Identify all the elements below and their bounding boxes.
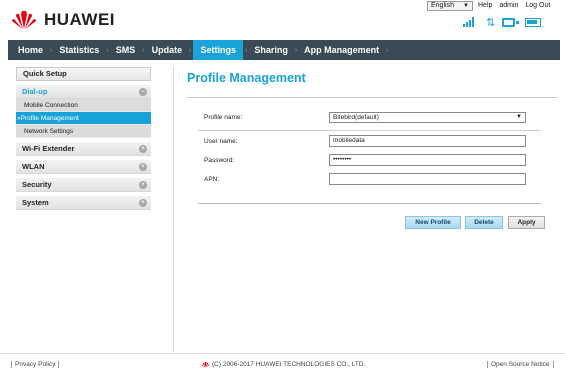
footer-separator — [11, 361, 12, 368]
form-divider — [198, 203, 541, 204]
pc-indicator-icon — [516, 21, 519, 24]
password-label: Password: — [204, 157, 235, 164]
sidebar-group-label: Wi-Fi Extender — [22, 144, 75, 153]
nav-separator-icon: › — [244, 46, 248, 54]
nav-separator-icon: › — [189, 46, 192, 54]
apply-button[interactable]: Apply — [508, 216, 545, 229]
language-value: English — [431, 2, 454, 9]
row-divider — [198, 130, 541, 131]
nav-update[interactable]: Update — [147, 40, 188, 60]
footer-separator — [58, 361, 60, 368]
plus-circle-icon[interactable]: + — [139, 199, 147, 207]
footer-left: Privacy Policy — [8, 361, 62, 368]
nav-sms[interactable]: SMS — [111, 40, 141, 60]
sidebar-quick-setup[interactable]: Quick Setup — [16, 67, 151, 81]
plus-circle-icon[interactable]: + — [139, 163, 147, 171]
sidebar-divider — [173, 66, 174, 352]
plus-circle-icon[interactable]: + — [139, 181, 147, 189]
new-profile-button[interactable]: New Profile — [405, 216, 461, 229]
nav-home[interactable]: Home — [13, 40, 48, 60]
username-field[interactable]: mobiledata — [329, 135, 526, 147]
sidebar-item-profile-management[interactable]: »Profile Management — [16, 112, 151, 125]
language-select[interactable]: English ▼ — [427, 1, 473, 11]
privacy-policy-link[interactable]: Privacy Policy — [15, 361, 55, 368]
username-label: User name: — [204, 138, 238, 145]
battery-icon — [525, 18, 541, 27]
nav-statistics[interactable]: Statistics — [54, 40, 104, 60]
profile-name-select[interactable]: Bitebird(default) ▼ — [329, 112, 526, 123]
nav-separator-icon: › — [142, 46, 145, 54]
footer-right: Open Source Notice — [484, 361, 557, 368]
nav-separator-icon: › — [106, 46, 109, 54]
sidebar: Quick Setup Dial-up − Mobile Connection … — [16, 67, 151, 214]
sidebar-group-system[interactable]: System + — [16, 196, 151, 210]
logout-link[interactable]: Log Out — [525, 2, 550, 9]
sidebar-group-wifi-extender[interactable]: Wi-Fi Extender + — [16, 142, 151, 156]
sidebar-group-label: WLAN — [22, 162, 45, 171]
sidebar-group-label: Security — [22, 180, 52, 189]
profile-name-value: Bitebird(default) — [333, 114, 379, 121]
nav-separator-icon: › — [294, 46, 298, 54]
minus-circle-icon[interactable]: − — [139, 88, 147, 96]
apn-label: APN: — [204, 176, 220, 183]
huawei-logo — [12, 10, 36, 30]
sidebar-group-label: Dial-up — [22, 87, 48, 96]
sidebar-group-dial-up[interactable]: Dial-up − — [16, 85, 151, 99]
nav-sharing[interactable]: Sharing — [249, 40, 293, 60]
admin-link[interactable]: admin — [499, 2, 518, 9]
sidebar-group-wlan[interactable]: WLAN + — [16, 160, 151, 174]
open-source-link[interactable]: Open Source Notice — [491, 361, 550, 368]
nav-separator-icon: › — [50, 46, 53, 54]
pc-icon — [502, 18, 515, 27]
page-title: Profile Management — [187, 71, 306, 85]
copyright-text: (C) 2006-2017 HUAWEI TECHNOLOGIES CO., L… — [212, 361, 366, 369]
transfer-icon: ⇅ — [486, 17, 496, 29]
huawei-logo-small — [201, 361, 210, 368]
plus-circle-icon[interactable]: + — [139, 145, 147, 153]
sidebar-item-network-settings[interactable]: Network Settings — [16, 125, 151, 138]
profile-name-label: Profile name: — [204, 114, 243, 121]
help-link[interactable]: Help — [478, 2, 492, 9]
footer-separator — [552, 361, 554, 368]
nav-app-management[interactable]: App Management — [299, 40, 384, 60]
signal-icon — [463, 17, 475, 27]
delete-button[interactable]: Delete — [465, 216, 503, 229]
dropdown-arrow-icon: ▼ — [463, 3, 469, 9]
nav-settings[interactable]: Settings — [193, 40, 243, 60]
apn-field[interactable] — [329, 173, 526, 185]
footer-separator — [487, 361, 488, 368]
sidebar-item-mobile-connection[interactable]: Mobile Connection — [16, 99, 151, 112]
header: HUAWEI English ▼ Help admin Log Out ⇅ — [0, 0, 565, 38]
sidebar-item-label: Profile Management — [20, 115, 79, 122]
password-field[interactable]: •••••••• — [329, 154, 526, 166]
sidebar-group-security[interactable]: Security + — [16, 178, 151, 192]
dropdown-arrow-icon: ▼ — [516, 114, 522, 120]
sidebar-group-label: System — [22, 198, 49, 207]
title-divider — [186, 97, 557, 98]
footer-center: (C) 2006-2017 HUAWEI TECHNOLOGIES CO., L… — [201, 361, 365, 368]
footer-divider — [0, 353, 565, 354]
nav-separator-icon: › — [386, 46, 389, 54]
brand-name: HUAWEI — [44, 10, 115, 29]
top-links: Help admin Log Out — [478, 2, 555, 9]
main-nav: Home › Statistics › SMS › Update › Setti… — [8, 40, 560, 60]
